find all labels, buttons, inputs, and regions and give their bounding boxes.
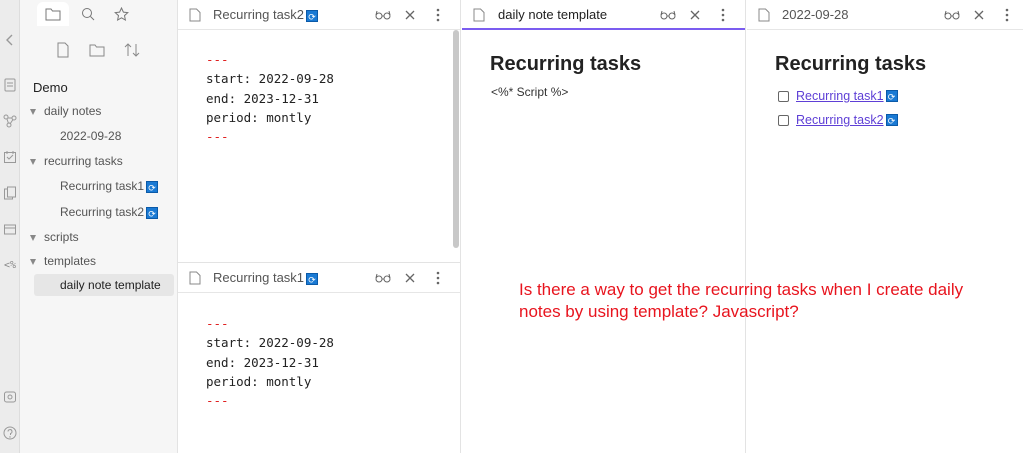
files-tab-folder-icon[interactable] — [37, 2, 69, 26]
left-ribbon: <% — [0, 0, 20, 453]
pane-header: 2022-09-28 — [747, 0, 1023, 30]
template-script-text[interactable]: <%* Script %> — [491, 85, 568, 99]
file-explorer-sidebar: Demo daily notes 2022-09-28 recurring ta… — [20, 0, 178, 453]
frontmatter[interactable]: --- start: 2022-09-28 end: 2023-12-31 pe… — [206, 50, 334, 146]
task-link[interactable]: Recurring task2 — [796, 113, 884, 127]
switcher-icon[interactable] — [2, 78, 18, 94]
archive-icon[interactable] — [2, 222, 18, 238]
pane-recurring-task1: Recurring task1 ⟳ --- start: 2022-09-28 e… — [178, 262, 461, 453]
collapse-chevron-icon[interactable] — [2, 34, 18, 50]
templates-icon[interactable] — [2, 186, 18, 202]
folder-templates[interactable]: templates — [30, 250, 188, 272]
document-icon — [189, 8, 201, 27]
caret-down-icon — [30, 258, 36, 265]
help-icon[interactable] — [2, 426, 18, 442]
frontmatter[interactable]: --- start: 2022-09-28 end: 2023-12-31 pe… — [206, 314, 334, 410]
close-icon[interactable] — [402, 270, 418, 286]
vault-icon[interactable] — [2, 390, 18, 406]
reading-view-glasses-icon[interactable] — [375, 7, 391, 23]
pane-title[interactable]: daily note template — [498, 7, 607, 22]
more-options-icon[interactable] — [430, 7, 446, 23]
sort-icon[interactable] — [121, 38, 143, 62]
new-note-icon[interactable] — [52, 38, 74, 62]
recurring-icon: ⟳ — [885, 90, 898, 102]
file-actions — [20, 38, 178, 62]
close-icon[interactable] — [402, 7, 418, 23]
document-icon — [189, 271, 201, 290]
caret-down-icon — [30, 158, 36, 165]
star-icon[interactable] — [105, 2, 137, 26]
file-daily-note-template[interactable]: daily note template — [34, 274, 174, 296]
pane-title[interactable]: Recurring task1 ⟳ — [213, 270, 319, 285]
reading-view-glasses-icon[interactable] — [375, 270, 391, 286]
close-icon[interactable] — [687, 7, 703, 23]
pane-header: Recurring task2 ⟳ — [178, 0, 460, 30]
recurring-icon: ⟳ — [146, 180, 159, 193]
graph-view-icon[interactable] — [2, 114, 18, 130]
recurring-icon: ⟳ — [885, 114, 898, 126]
task-checkbox[interactable] — [778, 114, 789, 126]
note-heading: Recurring tasks — [490, 53, 642, 75]
recurring-icon: ⟳ — [146, 206, 159, 219]
more-options-icon[interactable] — [715, 7, 731, 23]
new-folder-icon[interactable] — [86, 38, 108, 62]
reading-view-glasses-icon[interactable] — [660, 7, 676, 23]
document-icon — [473, 8, 485, 27]
folder-daily-notes[interactable]: daily notes — [30, 100, 188, 122]
pane-header: Recurring task1 ⟳ — [178, 263, 460, 293]
task-checkbox[interactable] — [778, 90, 789, 102]
note-heading: Recurring tasks — [775, 53, 927, 75]
folder-recurring-tasks[interactable]: recurring tasks — [30, 150, 188, 172]
reading-view-glasses-icon[interactable] — [944, 7, 960, 23]
close-icon[interactable] — [971, 7, 987, 23]
pane-title[interactable]: 2022-09-28 — [782, 7, 849, 22]
sidebar-tabs — [20, 0, 178, 28]
caret-down-icon — [30, 108, 36, 115]
pane-daily-note-template: daily note template Recurring tasks <%* … — [462, 0, 746, 453]
pane-daily-note: 2022-09-28 Recurring tasks Recurring tas… — [747, 0, 1023, 453]
templater-icon[interactable]: <% — [2, 258, 18, 274]
pane-recurring-task2: Recurring task2 ⟳ --- start: 2022-09-28 e… — [178, 0, 461, 262]
pane-header-active: daily note template — [462, 0, 745, 30]
more-options-icon[interactable] — [999, 7, 1015, 23]
task-item: Recurring task1 ⟳ — [778, 87, 898, 105]
search-icon[interactable] — [72, 2, 104, 26]
scrollbar[interactable] — [453, 30, 459, 248]
recurring-icon: ⟳ — [306, 9, 319, 22]
document-icon — [758, 8, 770, 27]
recurring-icon: ⟳ — [306, 272, 319, 285]
vault-root-label[interactable]: Demo — [33, 77, 191, 99]
question-annotation: Is there a way to get the recurring task… — [519, 280, 964, 321]
calendar-icon[interactable] — [2, 150, 18, 166]
caret-down-icon — [30, 234, 36, 241]
pane-title[interactable]: Recurring task2 ⟳ — [213, 7, 319, 22]
task-link[interactable]: Recurring task1 — [796, 89, 884, 103]
folder-scripts[interactable]: scripts — [30, 226, 188, 248]
more-options-icon[interactable] — [430, 270, 446, 286]
task-item: Recurring task2 ⟳ — [778, 111, 898, 129]
